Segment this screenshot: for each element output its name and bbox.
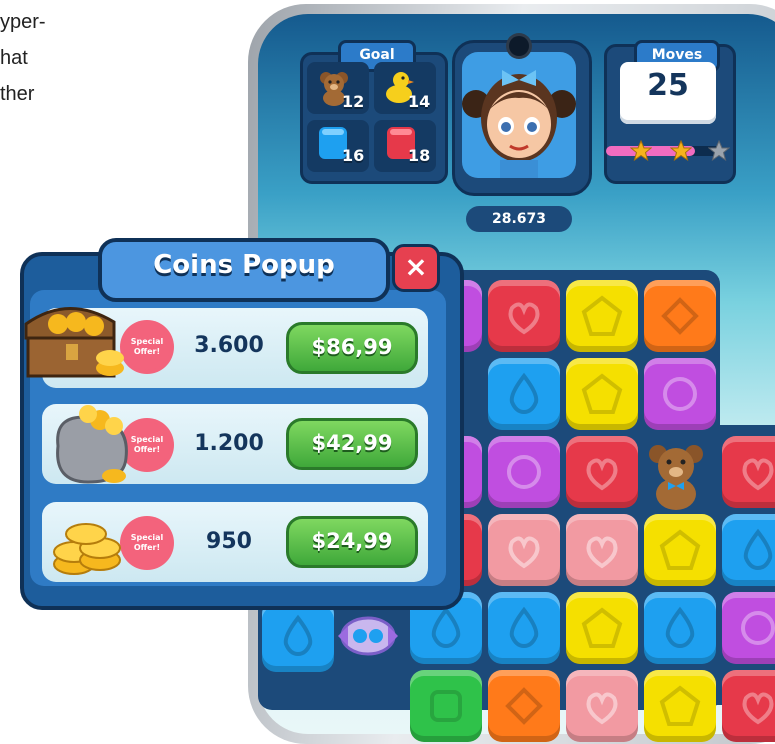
pink-tile[interactable] bbox=[488, 514, 560, 586]
treasure-chest-icon bbox=[24, 307, 124, 378]
orange-tile[interactable] bbox=[644, 280, 716, 352]
yellow-tile[interactable] bbox=[566, 358, 638, 430]
yellow-tile[interactable] bbox=[644, 514, 716, 586]
moves-count: 25 bbox=[647, 68, 689, 103]
green-tile[interactable] bbox=[410, 670, 482, 742]
star-icon bbox=[670, 140, 692, 162]
coin-stack-icon bbox=[53, 523, 121, 575]
teddy-bear-piece[interactable] bbox=[640, 440, 712, 512]
orange-tile[interactable] bbox=[488, 670, 560, 742]
avatar bbox=[462, 52, 576, 178]
purple-tile[interactable] bbox=[644, 358, 716, 430]
score-display: 28.673 bbox=[466, 206, 572, 232]
goal-count: 18 bbox=[408, 146, 431, 165]
star-empty-icon bbox=[708, 140, 730, 162]
coin-sack-icon bbox=[56, 405, 128, 484]
goal-count: 16 bbox=[342, 146, 365, 165]
article-text-fragment: yper- hat ther bbox=[0, 4, 46, 112]
popup-title: Coins Popup bbox=[153, 250, 335, 280]
article-text-line: yper- bbox=[0, 11, 46, 33]
girl-character-icon bbox=[462, 70, 576, 178]
purple-tile[interactable] bbox=[488, 436, 560, 508]
yellow-tile[interactable] bbox=[566, 280, 638, 352]
blue-tile[interactable] bbox=[722, 514, 775, 586]
goal-count: 12 bbox=[342, 92, 365, 111]
special-offer-badge: Special Offer! bbox=[124, 324, 170, 370]
purple-tile[interactable] bbox=[722, 592, 775, 664]
pink-tile[interactable] bbox=[566, 670, 638, 742]
article-text-line: hat bbox=[0, 47, 28, 69]
goal-count: 14 bbox=[408, 92, 431, 111]
coin-amount: 1.200 bbox=[194, 431, 264, 456]
buy-button[interactable]: $42,99 bbox=[286, 418, 418, 470]
blue-tile[interactable] bbox=[488, 592, 560, 664]
blue-tile[interactable] bbox=[488, 358, 560, 430]
red-tile[interactable] bbox=[566, 436, 638, 508]
red-tile[interactable] bbox=[488, 280, 560, 352]
camera-icon bbox=[509, 36, 529, 56]
red-tile[interactable] bbox=[722, 670, 775, 742]
red-tile[interactable] bbox=[722, 436, 775, 508]
yellow-tile[interactable] bbox=[644, 670, 716, 742]
rocket-booster-piece[interactable] bbox=[332, 600, 404, 672]
coin-amount: 950 bbox=[206, 529, 252, 554]
buy-button[interactable]: $86,99 bbox=[286, 322, 418, 374]
coin-amount: 3.600 bbox=[194, 333, 264, 358]
pink-tile[interactable] bbox=[566, 514, 638, 586]
blue-tile[interactable] bbox=[262, 600, 334, 672]
special-offer-badge: Special Offer! bbox=[124, 520, 170, 566]
close-button[interactable]: × bbox=[392, 244, 440, 292]
buy-button[interactable]: $24,99 bbox=[286, 516, 418, 568]
blue-tile[interactable] bbox=[644, 592, 716, 664]
article-text-line: ther bbox=[0, 83, 35, 105]
yellow-tile[interactable] bbox=[566, 592, 638, 664]
star-icon bbox=[630, 140, 652, 162]
